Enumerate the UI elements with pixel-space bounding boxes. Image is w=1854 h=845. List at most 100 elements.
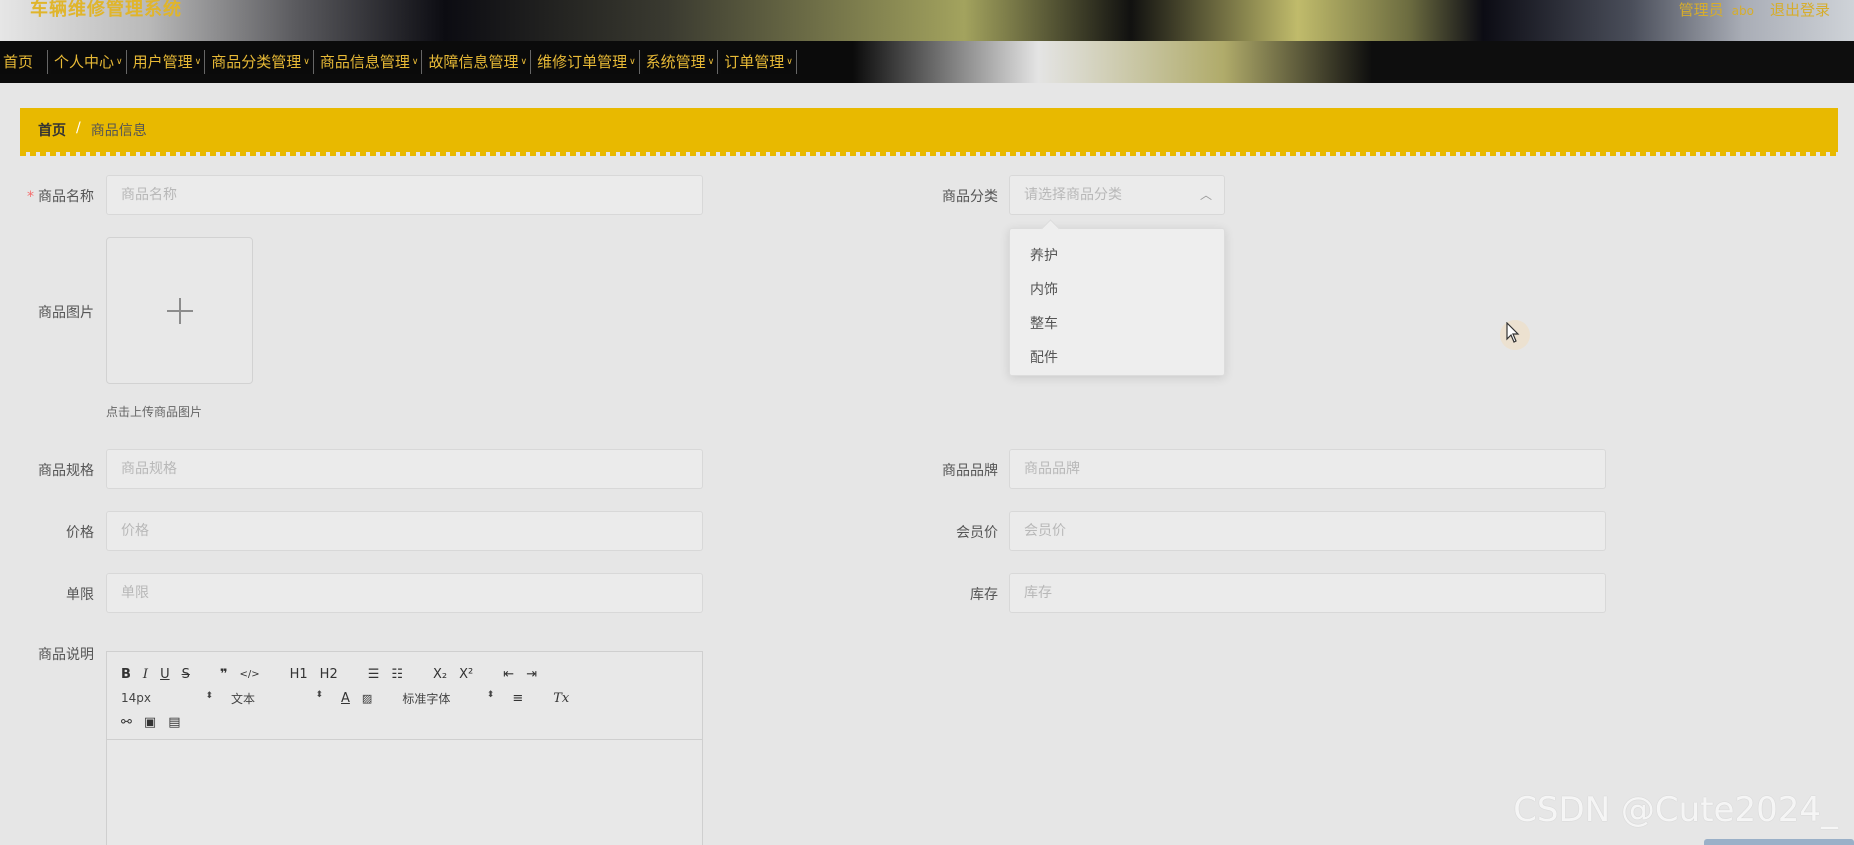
- strike-icon[interactable]: S: [182, 667, 190, 682]
- price-input[interactable]: 价格: [106, 511, 703, 551]
- nav-item-label: 用户管理: [132, 53, 193, 71]
- nav-item[interactable]: 用户管理 ∨: [129, 50, 206, 74]
- video-icon[interactable]: ▤: [168, 715, 180, 730]
- user-role: 管理员: [1678, 1, 1724, 19]
- nav-item[interactable]: 订单管理 ∨: [721, 50, 797, 74]
- description-label: 商品说明: [38, 647, 94, 663]
- product-category-select[interactable]: 请选择商品分类 ︿: [1009, 175, 1225, 215]
- product-brand-input[interactable]: 商品品牌: [1009, 449, 1606, 489]
- chevron-down-icon: ∨: [411, 57, 419, 67]
- code-block-icon[interactable]: </>: [239, 669, 259, 680]
- stock-label: 库存: [970, 587, 998, 603]
- nav-item[interactable]: 商品分类管理 ∨: [208, 50, 314, 74]
- editor-toolbar: B I U S ❞ </> H1 H2 ☰ ☷ X₂ X² ⇤ ⇥ 14px ⬍ …: [107, 652, 702, 740]
- nav-item-label: 系统管理: [645, 53, 706, 71]
- nav-item-label: 商品信息管理: [319, 53, 410, 71]
- chevron-down-icon: ∨: [303, 57, 310, 67]
- subscript-icon[interactable]: X₂: [433, 667, 447, 682]
- price-label: 价格: [66, 525, 94, 541]
- ordered-list-icon[interactable]: ☰: [368, 667, 380, 682]
- category-option[interactable]: 整车: [1010, 307, 1224, 341]
- font-color-icon[interactable]: A: [341, 691, 350, 706]
- chevron-up-icon: ︿: [1199, 188, 1212, 202]
- nav-item-label: 首页: [3, 53, 34, 71]
- category-option[interactable]: 配件: [1010, 341, 1224, 375]
- nav-menu: 首页 个人中心 ∨ 用户管理 ∨ 商品分类管理 ∨ 商品信息管理 ∨ 故障信息管理 ∨ 维修订单管理 ∨…: [0, 50, 797, 74]
- breadcrumb-separator: /: [76, 120, 81, 136]
- breadcrumb-home[interactable]: 首页: [38, 120, 66, 140]
- category-option[interactable]: 内饰: [1010, 273, 1224, 307]
- superscript-icon[interactable]: X²: [459, 667, 473, 682]
- nav-item-label: 个人中心: [54, 53, 115, 71]
- logout-link[interactable]: 退出登录: [1770, 1, 1830, 19]
- member-price-label: 会员价: [956, 525, 998, 541]
- chevron-down-icon: ∨: [194, 57, 202, 67]
- nav-item[interactable]: 维修订单管理 ∨: [534, 50, 640, 74]
- chevron-down-icon: ∨: [116, 57, 123, 67]
- member-price-input[interactable]: 会员价: [1009, 511, 1606, 551]
- main-nav: 首页 个人中心 ∨ 用户管理 ∨ 商品分类管理 ∨ 商品信息管理 ∨ 故障信息管理 ∨ 维修订单管理 ∨…: [0, 41, 1854, 83]
- chevron-down-icon: ∨: [707, 57, 715, 67]
- nav-item-label: 维修订单管理: [537, 53, 628, 71]
- nav-item-label: 订单管理: [724, 53, 785, 71]
- limit-label: 单限: [66, 587, 94, 603]
- breadcrumb-current: 商品信息: [90, 123, 147, 139]
- chevron-down-icon: ∨: [786, 57, 793, 67]
- nav-item-label: 故障信息管理: [428, 53, 519, 71]
- chevron-down-icon: ∨: [520, 57, 528, 67]
- user-area: 管理员 abo 退出登录: [1679, 0, 1830, 21]
- outdent-icon[interactable]: ⇤: [503, 667, 514, 682]
- nav-item[interactable]: 个人中心 ∨: [51, 50, 127, 74]
- underline-icon[interactable]: U: [160, 667, 170, 682]
- up-down-arrow-icon: ⬍: [486, 689, 495, 700]
- font-size-select[interactable]: 14px ⬍: [121, 691, 213, 705]
- italic-icon[interactable]: I: [143, 667, 148, 682]
- clear-format-icon[interactable]: Tx: [553, 691, 569, 706]
- rich-text-editor: B I U S ❞ </> H1 H2 ☰ ☷ X₂ X² ⇤ ⇥ 14px ⬍ …: [106, 651, 703, 845]
- product-category-label: 商品分类: [942, 189, 998, 205]
- required-mark: *: [27, 189, 34, 205]
- background-color-icon[interactable]: ▨: [362, 692, 372, 705]
- product-brand-label: 商品品牌: [942, 463, 998, 479]
- product-name-input[interactable]: 商品名称: [106, 175, 703, 215]
- align-icon[interactable]: ≡: [512, 691, 523, 706]
- up-down-arrow-icon: ⬍: [205, 691, 213, 701]
- nav-item[interactable]: 商品信息管理 ∨: [316, 50, 423, 74]
- product-name-label: * 商品名称: [27, 189, 94, 205]
- link-icon[interactable]: ⚯: [121, 715, 132, 730]
- indent-icon[interactable]: ⇥: [526, 667, 537, 682]
- system-title: 车辆维修管理系统: [30, 0, 182, 20]
- bullet-list-icon[interactable]: ☷: [391, 667, 403, 682]
- blockquote-icon[interactable]: ❞: [220, 667, 228, 682]
- upload-tip: 点击上传商品图片: [106, 405, 203, 419]
- paragraph-select[interactable]: 文本 ⬍: [231, 690, 323, 707]
- product-image-label: 商品图片: [38, 305, 94, 321]
- font-family-select[interactable]: 标准字体 ⬍: [402, 690, 494, 707]
- nav-item[interactable]: 故障信息管理 ∨: [425, 50, 532, 74]
- product-spec-label: 商品规格: [38, 463, 94, 479]
- product-spec-input[interactable]: 商品规格: [106, 449, 703, 489]
- header-2-icon[interactable]: H2: [320, 667, 338, 682]
- bold-icon[interactable]: B: [121, 667, 131, 682]
- chevron-down-icon: ∨: [629, 57, 636, 67]
- category-placeholder: 请选择商品分类: [1024, 187, 1122, 203]
- image-icon[interactable]: ▣: [144, 715, 156, 730]
- scroll-top-button[interactable]: [1704, 839, 1854, 845]
- category-option[interactable]: 养护: [1010, 239, 1224, 273]
- top-header: 车辆维修管理系统 管理员 abo 退出登录: [0, 0, 1854, 41]
- watermark: CSDN @Cute2024_: [1513, 790, 1838, 830]
- nav-item[interactable]: 系统管理 ∨: [642, 50, 719, 74]
- mouse-cursor-icon: [1506, 322, 1520, 343]
- image-upload-button[interactable]: [106, 237, 253, 384]
- limit-input[interactable]: 单限: [106, 573, 703, 613]
- plus-icon: [166, 297, 193, 324]
- nav-item[interactable]: 首页: [0, 50, 49, 74]
- stock-input[interactable]: 库存: [1009, 573, 1606, 613]
- header-1-icon[interactable]: H1: [290, 667, 308, 682]
- breadcrumb: 首页 / 商品信息: [20, 108, 1838, 156]
- category-dropdown: 养护 内饰 整车 配件: [1009, 228, 1225, 376]
- nav-item-label: 商品分类管理: [211, 53, 302, 71]
- up-down-arrow-icon: ⬍: [315, 689, 323, 700]
- editor-content-area[interactable]: [107, 740, 702, 845]
- username: abo: [1731, 4, 1754, 18]
